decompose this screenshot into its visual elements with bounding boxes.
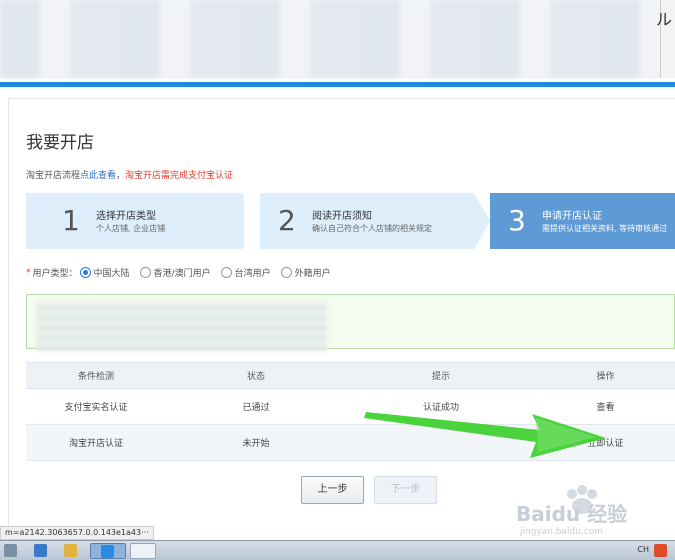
taskbar: CH — [0, 540, 675, 560]
radio-foreign[interactable]: 外籍用户 — [280, 266, 331, 279]
flow-prefix: 淘宝开店流程 — [26, 171, 81, 181]
flow-link[interactable]: 点此查看 — [80, 171, 116, 181]
annotation-arrow-icon — [364, 412, 606, 458]
tray-icon[interactable] — [654, 544, 667, 557]
step-3-chevron-overlay — [474, 193, 490, 249]
step-1: 1 选择开店类型 个人店铺, 企业店铺 — [26, 193, 242, 249]
radio-unchecked-icon — [220, 267, 232, 278]
radio-checked-icon — [79, 267, 91, 278]
blurred-browser-chrome — [0, 0, 660, 78]
radio-foreign-label: 外籍用户 — [294, 269, 331, 279]
notice-box — [26, 294, 675, 351]
radio-unchecked-icon — [280, 267, 292, 278]
browser-edge: ル — [656, 0, 675, 78]
step-progress: 1 选择开店类型 个人店铺, 企业店铺 2 阅读开店须知 确认自己符合个人店铺的… — [26, 193, 675, 249]
required-mark: * — [26, 267, 31, 278]
radio-taiwan[interactable]: 台湾用户 — [220, 266, 271, 279]
nav-buttons: 上一步 下一步 — [301, 476, 437, 504]
header-condition: 条件检测 — [26, 362, 166, 389]
flow-info: 淘宝开店流程点此查看，淘宝开店需完成支付宝认证 — [26, 168, 233, 181]
table-header-row: 条件检测 状态 提示 操作 — [26, 362, 675, 389]
watermark-url: jingyan.baidu.com — [520, 527, 604, 537]
radio-hk-macau[interactable]: 香港/澳门用户 — [139, 266, 211, 279]
user-type-selector: * 用户类型： 中国大陆 香港/澳门用户 台湾用户 外籍用户 — [26, 266, 331, 279]
flow-separator: ， — [116, 171, 126, 181]
step-2-title: 阅读开店须知 — [312, 211, 372, 222]
step-3-title: 申请开店认证 — [542, 211, 602, 222]
cell-status: 未开始 — [166, 424, 346, 461]
step-3-desc: 需提供认证相关资料, 等待审核通过 — [542, 224, 668, 233]
cell-condition: 支付宝实名认证 — [26, 388, 166, 425]
start-icon[interactable] — [4, 544, 17, 557]
radio-unchecked-icon — [139, 267, 151, 278]
accent-bar — [0, 82, 675, 87]
step-1-chevron-gap — [244, 193, 260, 249]
header-action: 操作 — [536, 362, 675, 389]
cell-status: 已通过 — [166, 388, 346, 425]
header-status: 状态 — [166, 362, 346, 389]
app-icon[interactable] — [34, 544, 47, 557]
cell-condition: 淘宝开店认证 — [26, 424, 166, 461]
input-language-indicator[interactable]: CH — [637, 545, 649, 554]
step-1-desc: 个人店铺, 企业店铺 — [96, 224, 166, 233]
step-2-desc: 确认自己符合个人店铺的相关规定 — [312, 224, 432, 233]
folder-icon[interactable] — [64, 544, 77, 557]
radio-taiwan-label: 台湾用户 — [234, 269, 271, 279]
page-title: 我要开店 — [26, 133, 94, 153]
header-tip: 提示 — [346, 362, 536, 389]
step-1-number: 1 — [62, 204, 80, 237]
radio-mainland[interactable]: 中国大陆 — [79, 266, 130, 279]
step-2: 2 阅读开店须知 确认自己符合个人店铺的相关规定 — [260, 193, 474, 249]
step-2-number: 2 — [278, 204, 296, 237]
browser-edge-text: ル — [655, 10, 672, 29]
step-3-number: 3 — [508, 204, 526, 237]
blurred-notice-text — [37, 301, 327, 351]
step-3: 3 申请开店认证 需提供认证相关资料, 等待审核通过 — [490, 193, 675, 249]
radio-hk-macau-label: 香港/澳门用户 — [153, 269, 211, 279]
user-type-label: 用户类型： — [32, 269, 78, 279]
browser-toolbar: ル — [0, 0, 675, 78]
status-bar-url: m=a2142.3063657.0.0.143e1a43··· — [0, 526, 154, 540]
prev-step-button[interactable]: 上一步 — [301, 476, 364, 504]
step-1-title: 选择开店类型 — [96, 211, 156, 222]
next-step-button[interactable]: 下一步 — [374, 476, 437, 504]
watermark-brand: Baidu 经验 — [516, 502, 628, 526]
radio-mainland-label: 中国大陆 — [93, 269, 130, 279]
browser-icon — [101, 545, 114, 558]
taskbar-item[interactable] — [130, 543, 156, 559]
flow-notice: 淘宝开店需完成支付宝认证 — [125, 171, 234, 181]
